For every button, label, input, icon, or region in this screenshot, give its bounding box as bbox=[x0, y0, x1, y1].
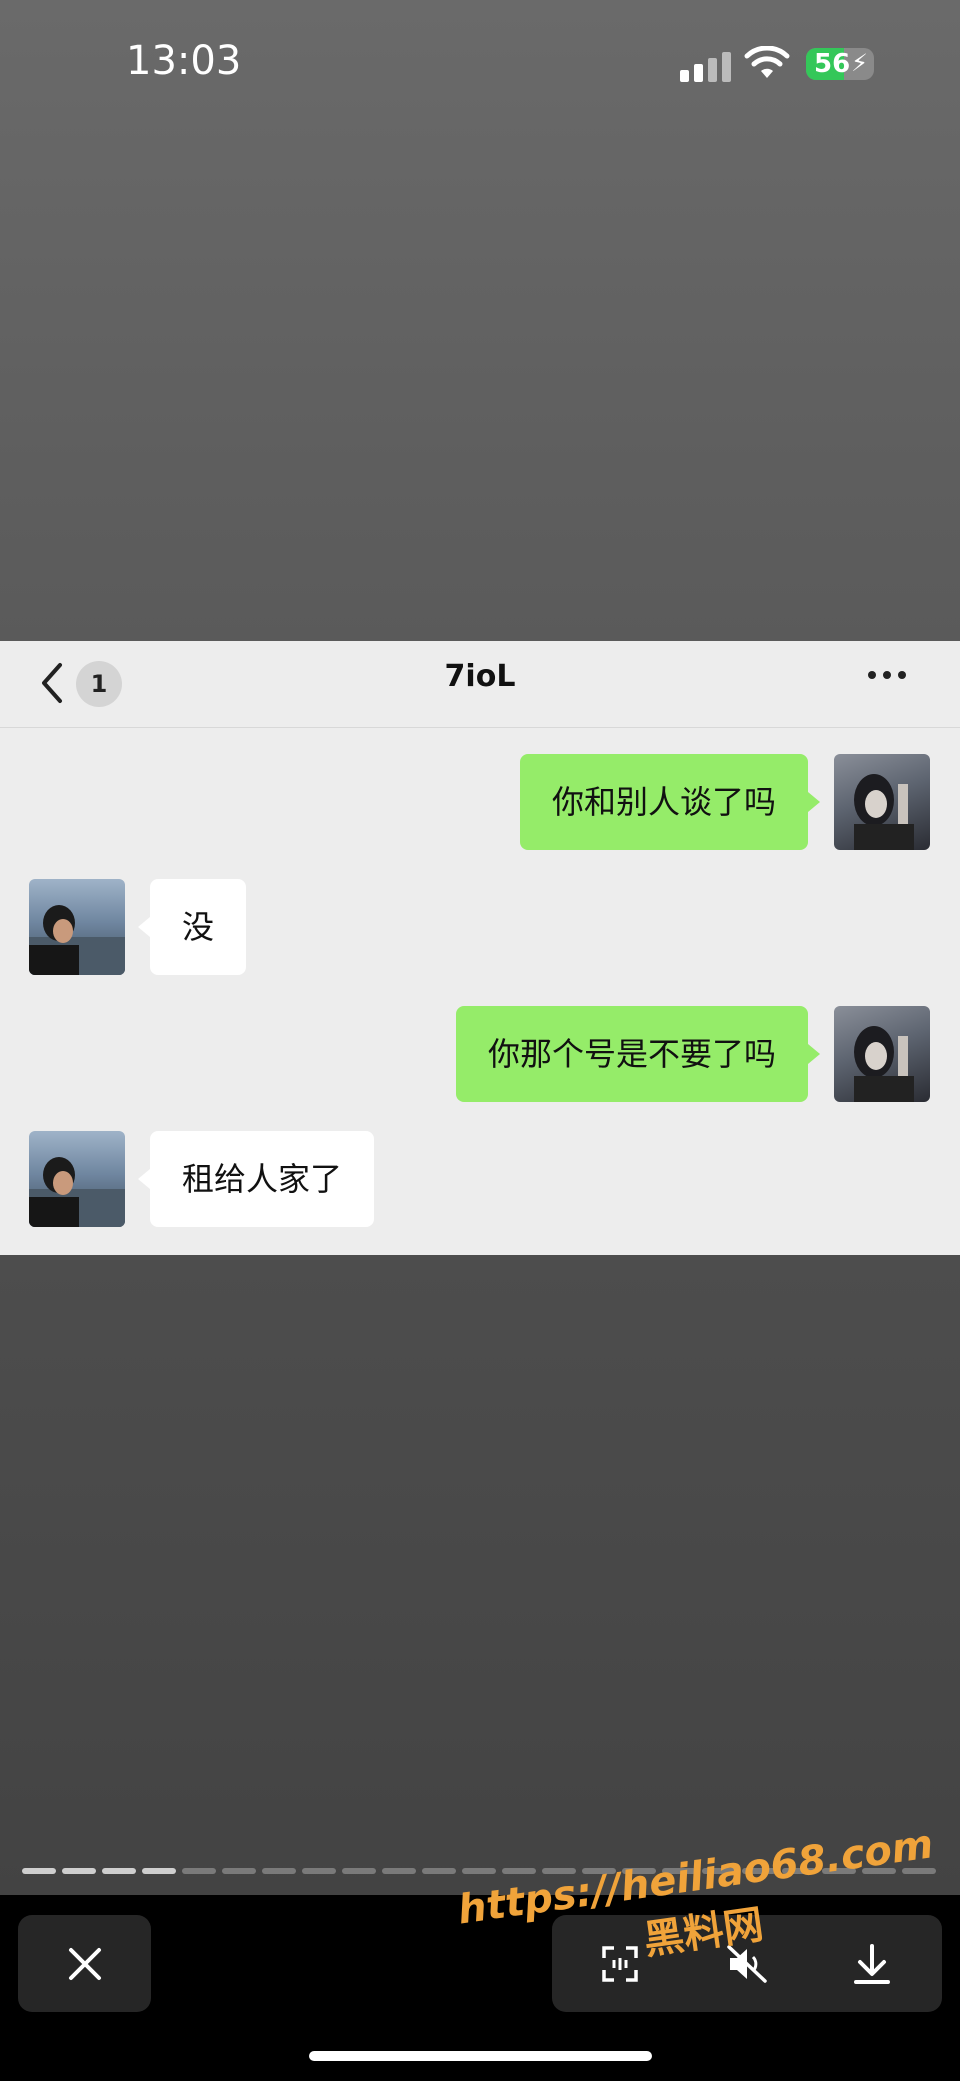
avatar[interactable] bbox=[29, 1131, 125, 1227]
more-dots-icon[interactable] bbox=[868, 671, 906, 679]
bubble-tail bbox=[138, 1169, 150, 1189]
avatar[interactable] bbox=[834, 754, 930, 850]
progress-dash bbox=[62, 1868, 96, 1874]
avatar[interactable] bbox=[834, 1006, 930, 1102]
battery-icon: 56 ⚡ bbox=[806, 48, 874, 80]
message-bubble: 你和别人谈了吗 bbox=[519, 754, 808, 850]
home-indicator[interactable] bbox=[309, 2051, 652, 2061]
close-icon bbox=[69, 1948, 101, 1980]
message-row: 你那个号是不要了吗 bbox=[0, 1006, 960, 1102]
signal-icon bbox=[680, 52, 731, 82]
chat-screenshot: 1 7ioL 你和别人谈了吗 没 你那个号是不要了吗 租给人家了 bbox=[0, 641, 960, 1255]
chat-title: 7ioL bbox=[444, 659, 516, 694]
avatar[interactable] bbox=[29, 879, 125, 975]
wifi-icon bbox=[744, 45, 790, 84]
progress-dash bbox=[142, 1868, 176, 1874]
message-bubble: 你那个号是不要了吗 bbox=[455, 1006, 808, 1102]
bubble-tail bbox=[138, 917, 150, 937]
charging-bolt-icon: ⚡ bbox=[851, 49, 868, 77]
message-row: 你和别人谈了吗 bbox=[0, 754, 960, 850]
progress-dash bbox=[422, 1868, 456, 1874]
status-time: 13:03 bbox=[126, 38, 242, 84]
message-bubble: 租给人家了 bbox=[150, 1131, 375, 1227]
progress-dash bbox=[182, 1868, 216, 1874]
bubble-tail bbox=[808, 1044, 820, 1064]
progress-dash bbox=[222, 1868, 256, 1874]
message-row: 没 bbox=[0, 879, 960, 975]
chat-header: 1 7ioL bbox=[0, 641, 960, 728]
message-bubble: 没 bbox=[150, 879, 247, 975]
download-icon bbox=[854, 1943, 890, 1984]
progress-dash bbox=[382, 1868, 416, 1874]
progress-dash bbox=[102, 1868, 136, 1874]
progress-dash bbox=[22, 1868, 56, 1874]
bubble-tail bbox=[808, 792, 820, 812]
progress-dash bbox=[302, 1868, 336, 1874]
close-button[interactable] bbox=[18, 1915, 151, 2012]
progress-dash bbox=[462, 1868, 496, 1874]
progress-dash bbox=[262, 1868, 296, 1874]
battery-level: 56 bbox=[814, 49, 851, 79]
progress-dash bbox=[502, 1868, 536, 1874]
progress-dash bbox=[342, 1868, 376, 1874]
message-row: 租给人家了 bbox=[0, 1131, 960, 1227]
